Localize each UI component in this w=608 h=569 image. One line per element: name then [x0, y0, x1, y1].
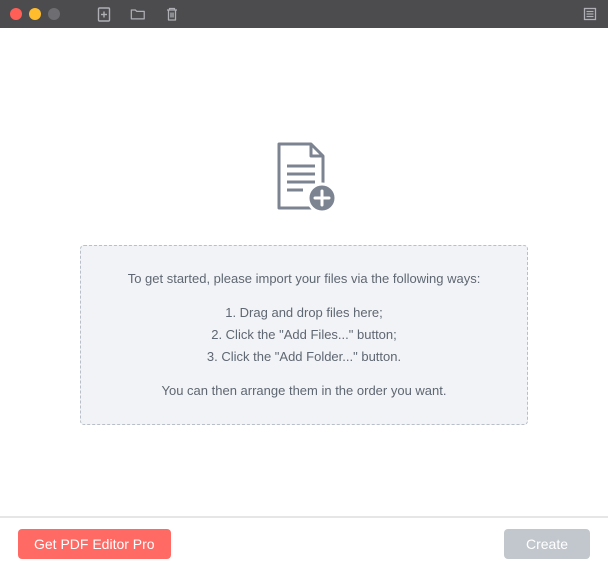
main-drop-area[interactable]: To get started, please import your files…: [0, 28, 608, 516]
get-pdf-editor-pro-button[interactable]: Get PDF Editor Pro: [18, 529, 171, 559]
instructions-box: To get started, please import your files…: [80, 245, 528, 425]
create-button: Create: [504, 529, 590, 559]
instruction-step-2: 2. Click the "Add Files..." button;: [99, 324, 509, 346]
delete-icon[interactable]: [164, 6, 180, 22]
instruction-step-1: 1. Drag and drop files here;: [99, 302, 509, 324]
instructions-steps: 1. Drag and drop files here; 2. Click th…: [99, 302, 509, 368]
instructions-intro: To get started, please import your files…: [99, 268, 509, 290]
footer: Get PDF Editor Pro Create: [0, 517, 608, 569]
window-controls: [10, 8, 60, 20]
maximize-window-button[interactable]: [48, 8, 60, 20]
minimize-window-button[interactable]: [29, 8, 41, 20]
titlebar: [0, 0, 608, 28]
instructions-outro: You can then arrange them in the order y…: [99, 380, 509, 402]
instruction-step-3: 3. Click the "Add Folder..." button.: [99, 346, 509, 368]
add-file-icon[interactable]: [96, 6, 112, 22]
add-folder-icon[interactable]: [130, 6, 146, 22]
close-window-button[interactable]: [10, 8, 22, 20]
document-add-icon: [265, 138, 343, 225]
list-view-icon[interactable]: [582, 6, 598, 22]
toolbar: [96, 6, 180, 22]
